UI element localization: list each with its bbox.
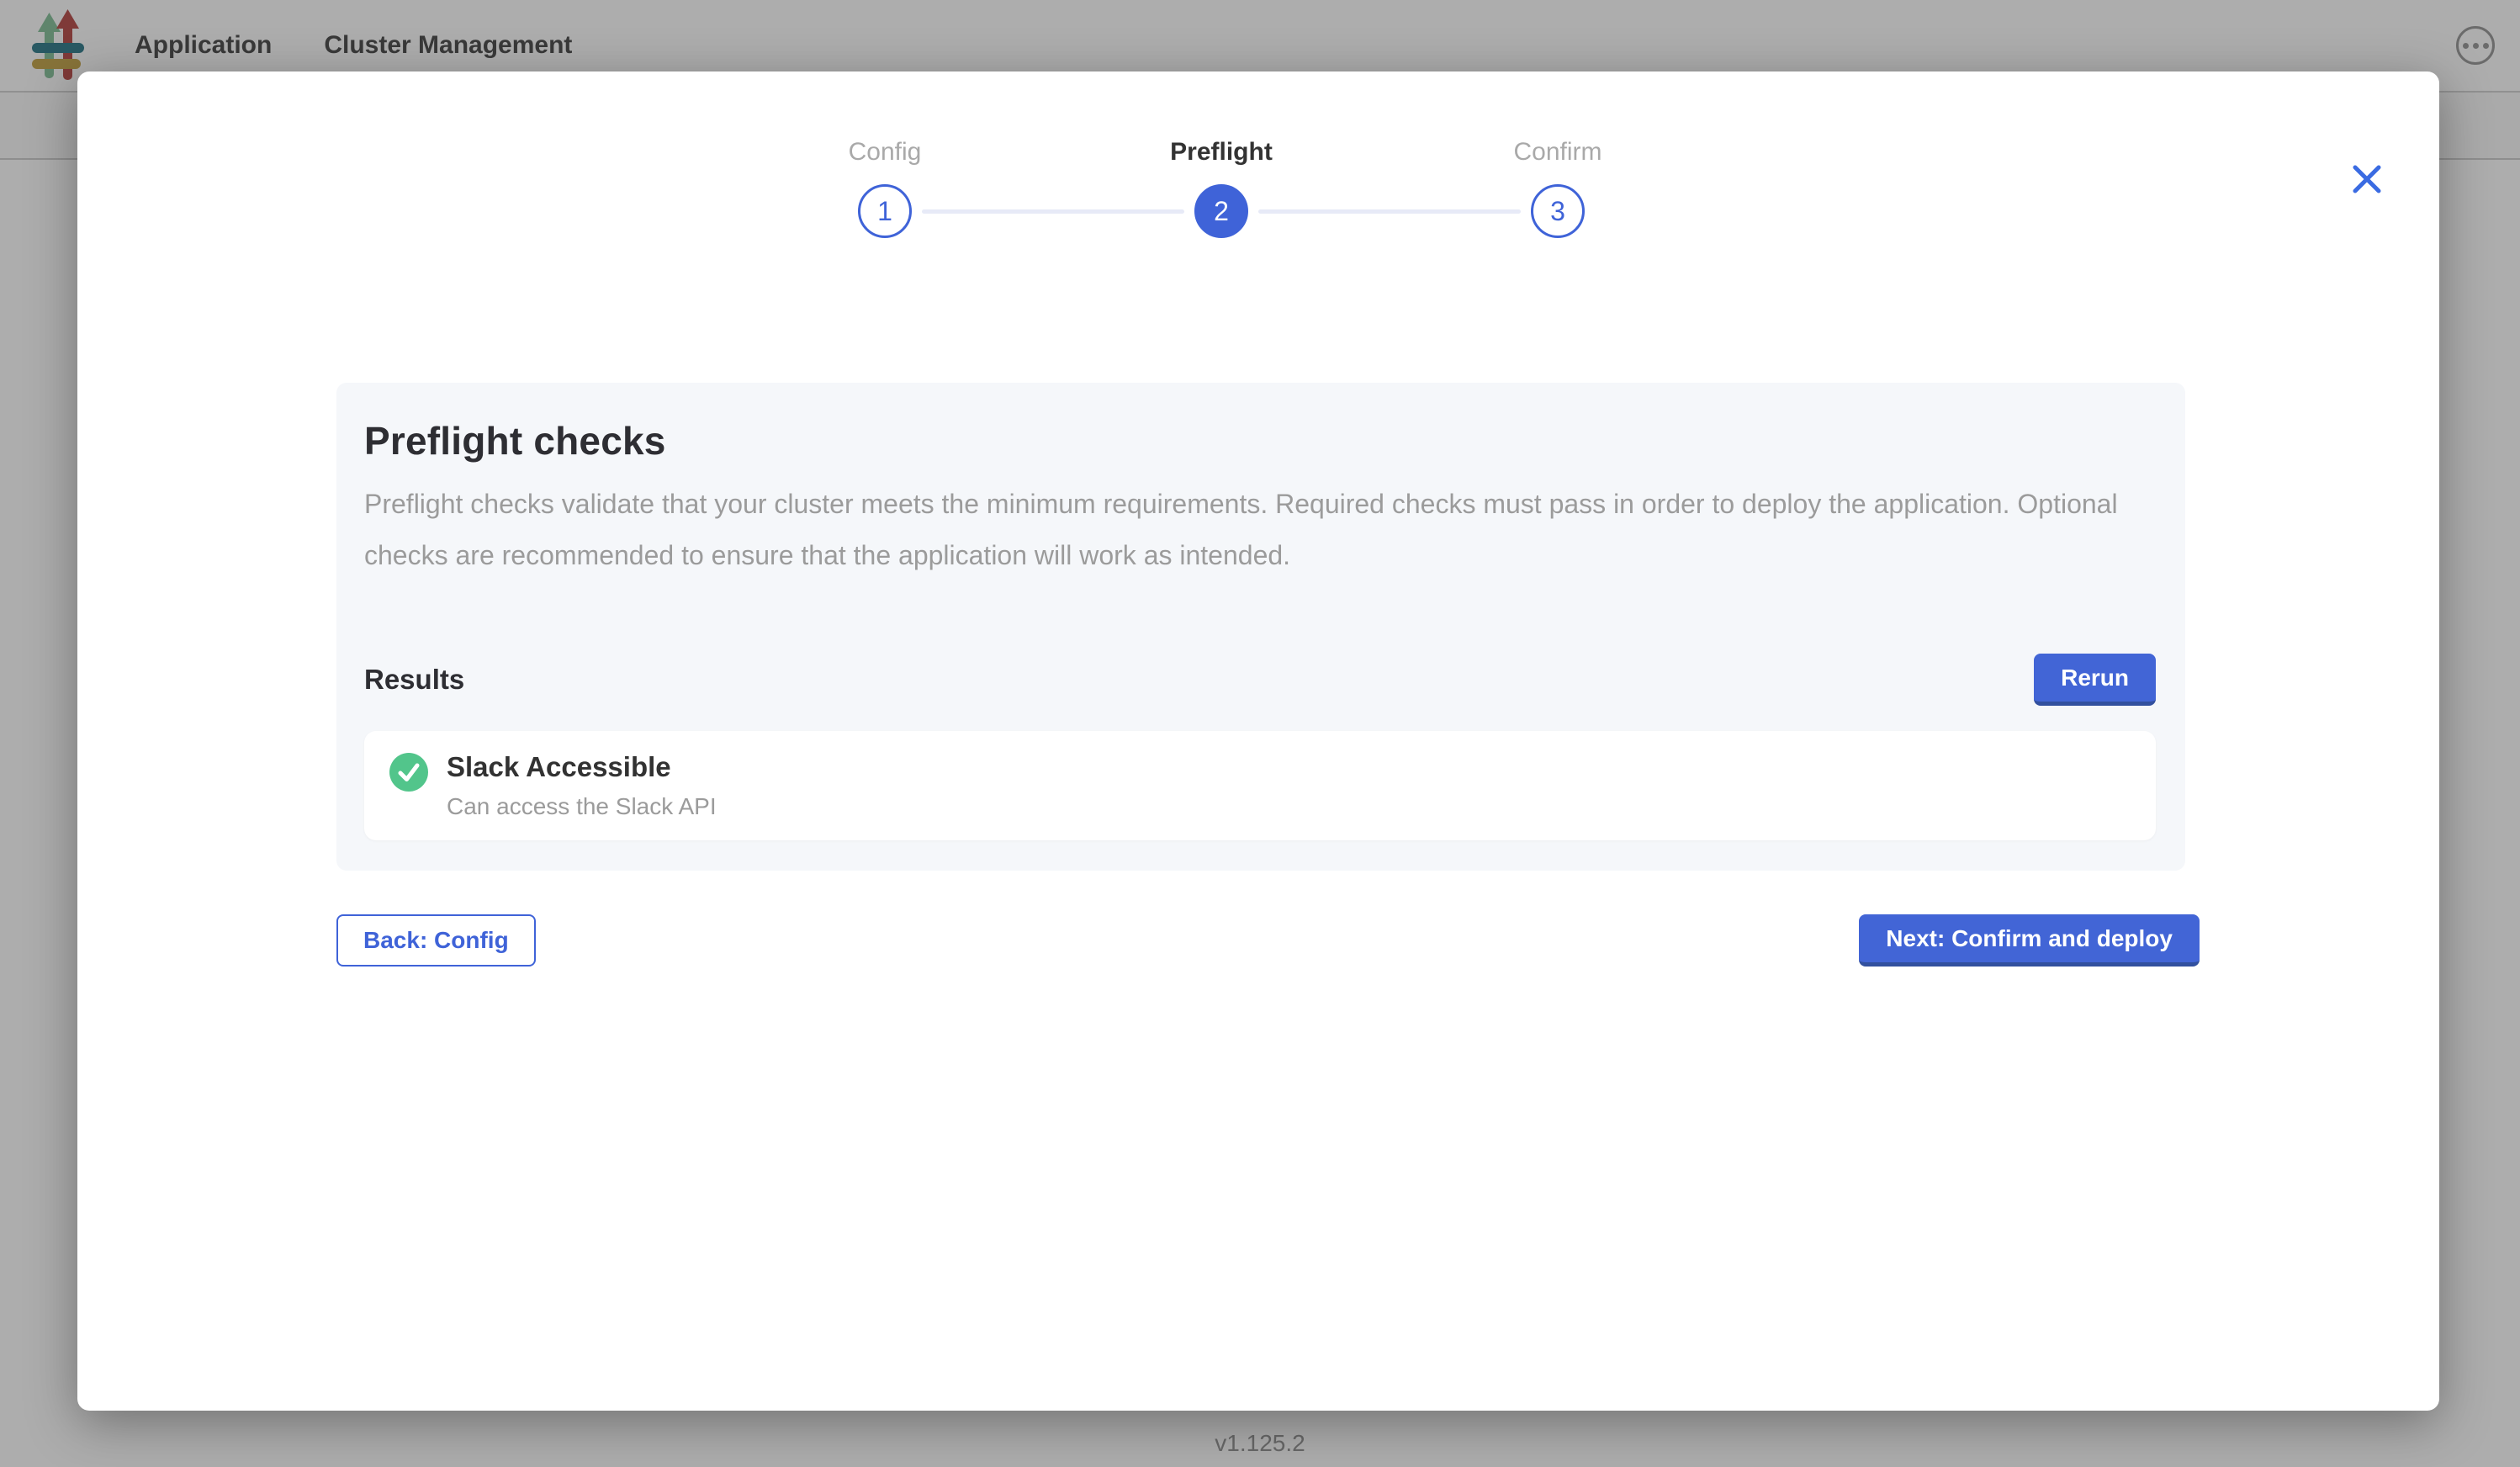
next-confirm-deploy-button[interactable]: Next: Confirm and deploy xyxy=(1859,914,2200,967)
modal-actions-row: Back: Config Next: Confirm and deploy xyxy=(336,914,2200,967)
step-circle-confirm[interactable]: 3 xyxy=(1531,184,1585,238)
check-pass-icon xyxy=(389,753,428,792)
preflight-modal: Config 1 Preflight 2 Confirm 3 Preflight… xyxy=(77,71,2439,1411)
results-header-row: Results Rerun xyxy=(364,654,2156,706)
check-detail: Can access the Slack API xyxy=(447,793,717,820)
panel-description: Preflight checks validate that your clus… xyxy=(364,479,2156,581)
rerun-button[interactable]: Rerun xyxy=(2034,654,2156,706)
step-circle-config[interactable]: 1 xyxy=(858,184,912,238)
step-circle-preflight[interactable]: 2 xyxy=(1194,184,1248,238)
results-heading: Results xyxy=(364,664,464,696)
preflight-panel: Preflight checks Preflight checks valida… xyxy=(336,383,2185,871)
close-icon[interactable] xyxy=(2347,159,2387,199)
preflight-check-row: Slack Accessible Can access the Slack AP… xyxy=(364,731,2156,840)
step-label-confirm: Confirm xyxy=(1440,137,1676,167)
check-name: Slack Accessible xyxy=(447,751,717,783)
check-text: Slack Accessible Can access the Slack AP… xyxy=(447,751,717,820)
step-label-preflight: Preflight xyxy=(1104,137,1339,167)
stepper-step-confirm: Confirm 3 xyxy=(1440,137,1676,238)
panel-title: Preflight checks xyxy=(364,418,2156,463)
back-config-button[interactable]: Back: Config xyxy=(336,914,536,967)
step-label-config: Config xyxy=(767,137,1003,167)
stepper-step-config: Config 1 xyxy=(767,137,1003,238)
wizard-stepper: Config 1 Preflight 2 Confirm 3 xyxy=(767,137,1676,280)
stepper-step-preflight: Preflight 2 xyxy=(1104,137,1339,238)
